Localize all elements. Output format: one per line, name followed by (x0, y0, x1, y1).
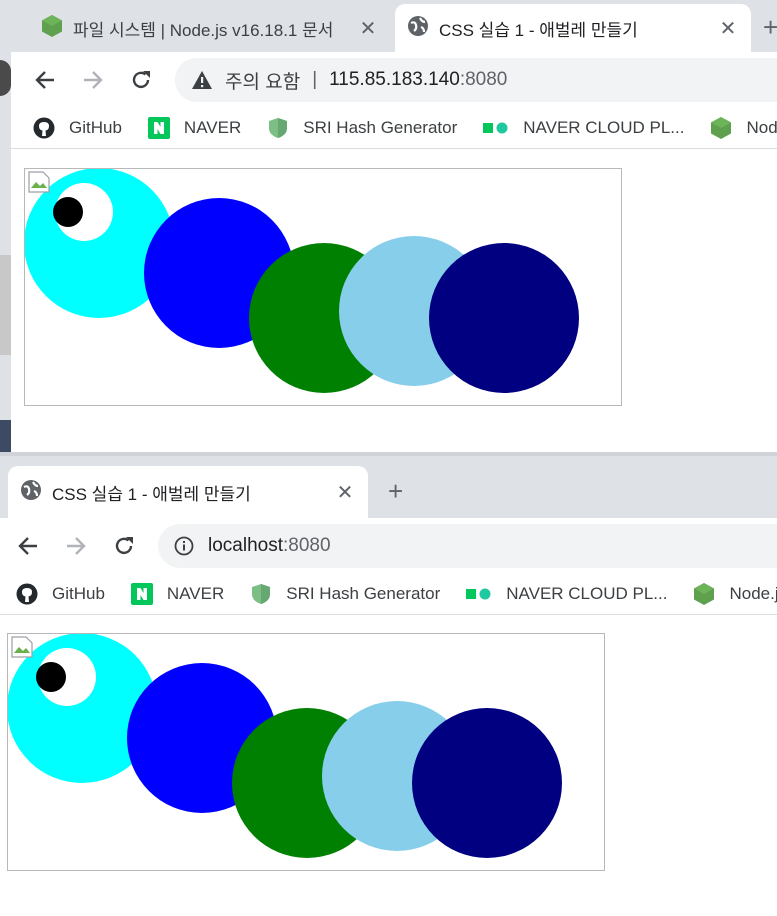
bookmark-sri-hash[interactable]: SRI Hash Generator (267, 117, 457, 139)
naver-icon (130, 583, 153, 605)
shield-icon (250, 583, 272, 605)
forward-button[interactable] (62, 532, 90, 560)
arrow-left-icon (35, 71, 54, 89)
bookmark-label: SRI Hash Generator (303, 118, 458, 137)
arrow-left-icon (18, 537, 37, 555)
back-button[interactable] (31, 66, 59, 94)
bookmark-nodejs[interactable]: Node.js (693, 583, 777, 605)
tab-nodejs-docs[interactable]: 파일 시스템 | Node.js v16.18.1 문서 ✕ (29, 4, 391, 52)
bookmarks-bar: GitHub NAVER SRI Hash Generator NAVER CL… (0, 574, 777, 615)
page-content (0, 615, 777, 916)
close-icon[interactable]: ✕ (717, 16, 739, 41)
background-window-edge (0, 0, 11, 452)
globe-icon (20, 479, 42, 506)
bookmark-label: NAVER (183, 118, 242, 137)
address-bar[interactable]: 주의 요함 | 115.85.183.140:8080 (175, 58, 777, 102)
nodejs-icon (41, 14, 63, 43)
bookmark-label: Node.js (746, 118, 777, 137)
security-status[interactable]: 주의 요함 (225, 67, 300, 94)
bookmark-github[interactable]: GitHub (16, 583, 105, 605)
bookmark-nodejs[interactable]: Node.js (710, 117, 777, 139)
reload-icon (115, 537, 133, 555)
bookmark-label: GitHub (52, 584, 105, 603)
separator: | (312, 69, 318, 90)
tab-css-practice[interactable]: CSS 실습 1 - 애벌레 만들기 ✕ (8, 466, 368, 518)
arrow-right-icon (67, 537, 86, 555)
caterpillar-stage (7, 633, 605, 871)
tab-css-practice[interactable]: CSS 실습 1 - 애벌레 만들기 ✕ (395, 4, 751, 52)
caterpillar-stage (24, 168, 622, 406)
address-bar[interactable]: localhost:8080 (158, 524, 777, 568)
bookmark-naver[interactable]: NAVER (147, 117, 242, 139)
url-host: localhost (208, 535, 283, 556)
bookmark-label: Node.js (729, 584, 777, 603)
github-icon (33, 117, 55, 139)
bookmark-label: NAVER (166, 584, 225, 603)
naver-cloud-icon (466, 583, 492, 605)
new-tab-button[interactable]: + (388, 476, 403, 507)
toolbar: localhost:8080 (0, 518, 777, 574)
nodejs-icon (710, 117, 732, 139)
close-icon[interactable]: ✕ (357, 16, 379, 41)
new-tab-button[interactable]: + (763, 12, 777, 43)
tab-title: 파일 시스템 | Node.js v16.18.1 문서 (73, 20, 334, 40)
globe-icon (407, 15, 429, 42)
warning-icon[interactable] (191, 70, 213, 90)
broken-image-icon (28, 171, 50, 193)
nodejs-icon (693, 583, 715, 605)
bookmark-label: SRI Hash Generator (286, 584, 441, 603)
url-port: :8080 (283, 535, 331, 556)
caterpillar-eye (36, 648, 96, 706)
caterpillar-pupil (36, 662, 66, 692)
bookmark-sri-hash[interactable]: SRI Hash Generator (250, 583, 440, 605)
page-content (11, 149, 777, 452)
reload-icon (132, 71, 150, 89)
tab-strip: 파일 시스템 | Node.js v16.18.1 문서 ✕ CSS 실습 1 … (11, 0, 777, 52)
bookmark-label: NAVER CLOUD PL... (506, 584, 668, 603)
bookmark-naver-cloud[interactable]: NAVER CLOUD PL... (483, 117, 684, 139)
bookmark-naver-cloud[interactable]: NAVER CLOUD PL... (466, 583, 667, 605)
info-icon[interactable] (174, 536, 194, 556)
bookmark-label: NAVER CLOUD PL... (523, 118, 685, 137)
bookmarks-bar: GitHub NAVER SRI Hash Generator NAVER CL… (11, 108, 777, 149)
naver-cloud-icon (483, 117, 509, 139)
close-icon[interactable]: ✕ (334, 480, 356, 505)
arrow-right-icon (84, 71, 103, 89)
toolbar: 주의 요함 | 115.85.183.140:8080 (11, 52, 777, 108)
bookmark-naver[interactable]: NAVER (130, 583, 225, 605)
tab-title: CSS 실습 1 - 애벌레 만들기 (439, 20, 638, 40)
bookmark-label: GitHub (69, 118, 122, 137)
tab-strip: CSS 실습 1 - 애벌레 만들기 ✕ + (0, 456, 777, 518)
caterpillar-segment-5 (412, 708, 562, 858)
naver-icon (147, 117, 170, 139)
back-button[interactable] (14, 532, 42, 560)
reload-button[interactable] (110, 532, 138, 560)
caterpillar-eye (53, 183, 113, 241)
bookmark-github[interactable]: GitHub (33, 117, 122, 139)
caterpillar-pupil (53, 197, 83, 227)
caterpillar-segment-5 (429, 243, 579, 393)
tab-title: CSS 실습 1 - 애벌레 만들기 (52, 484, 251, 504)
url-port: :8080 (459, 69, 508, 90)
url-host: 115.85.183.140 (329, 69, 460, 90)
browser-window-remote: 파일 시스템 | Node.js v16.18.1 문서 ✕ CSS 실습 1 … (11, 0, 777, 452)
forward-button[interactable] (79, 66, 107, 94)
broken-image-icon (11, 636, 33, 658)
reload-button[interactable] (127, 66, 155, 94)
github-icon (16, 583, 38, 605)
shield-icon (267, 117, 289, 139)
browser-window-local: CSS 실습 1 - 애벌레 만들기 ✕ + localhost:8080 Gi… (0, 456, 777, 916)
